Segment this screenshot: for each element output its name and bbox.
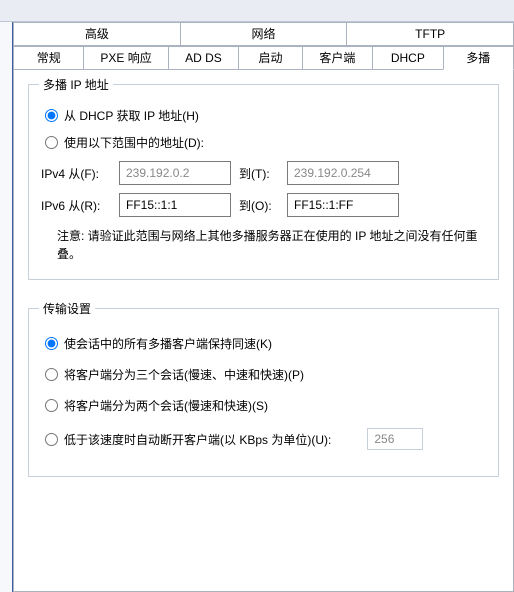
group-transfer-settings: 传输设置 使会话中的所有多播客户端保持同速(K) 将客户端分为三个会话(慢速、中… <box>28 308 499 477</box>
input-ipv6-to[interactable] <box>287 193 399 217</box>
input-ipv4-from[interactable] <box>119 161 231 185</box>
tab-adds[interactable]: AD DS <box>168 46 239 70</box>
label-ipv4-to: 到(T): <box>239 165 279 182</box>
tab-tftp[interactable]: TFTP <box>346 22 514 46</box>
window-top-strip <box>0 0 514 22</box>
note-overlap-warning: 注意: 请验证此范围与网络上其他多播服务器正在使用的 IP 地址之间没有任何重叠… <box>57 227 482 263</box>
tab-client[interactable]: 客户端 <box>302 46 373 70</box>
radio-use-range[interactable] <box>45 136 58 149</box>
radio-keep-sync-label: 使会话中的所有多播客户端保持同速(K) <box>64 335 272 352</box>
input-kbps-threshold[interactable] <box>367 428 423 450</box>
radio-row-sync: 使会话中的所有多播客户端保持同速(K) <box>45 335 486 352</box>
radio-row-kbps: 低于该速度时自动断开客户端(以 KBps 为单位)(U): <box>45 428 486 450</box>
tab-network[interactable]: 网络 <box>180 22 348 46</box>
radio-disconnect-slow[interactable] <box>45 433 58 446</box>
input-ipv4-to[interactable] <box>287 161 399 185</box>
radio-three-sessions[interactable] <box>45 368 58 381</box>
tab-general[interactable]: 常规 <box>13 46 84 70</box>
radio-from-dhcp-label: 从 DHCP 获取 IP 地址(H) <box>64 107 199 124</box>
group-multicast-ip-title: 多播 IP 地址 <box>39 76 113 93</box>
label-ipv6-from: IPv6 从(R): <box>41 197 111 214</box>
tab-body-multicast: 多播 IP 地址 从 DHCP 获取 IP 地址(H) 使用以下范围中的地址(D… <box>13 70 514 592</box>
radio-use-range-label: 使用以下范围中的地址(D): <box>64 134 204 151</box>
tab-pxe-response[interactable]: PXE 响应 <box>83 46 168 70</box>
label-ipv4-from: IPv4 从(F): <box>41 165 111 182</box>
tab-multicast[interactable]: 多播 <box>443 46 514 70</box>
input-ipv6-from[interactable] <box>119 193 231 217</box>
radio-disconnect-slow-label: 低于该速度时自动断开客户端(以 KBps 为单位)(U): <box>64 431 331 448</box>
radio-row-range: 使用以下范围中的地址(D): <box>45 134 486 151</box>
dialog-content: 高级 网络 TFTP 常规 PXE 响应 AD DS 启动 客户端 DHCP 多… <box>12 22 514 592</box>
radio-two-sessions-label: 将客户端分为两个会话(慢速和快速)(S) <box>64 397 268 414</box>
tab-row-lower: 常规 PXE 响应 AD DS 启动 客户端 DHCP 多播 <box>13 46 514 70</box>
label-ipv6-to: 到(O): <box>239 197 279 214</box>
tab-row-upper: 高级 网络 TFTP <box>13 22 514 46</box>
radio-row-two: 将客户端分为两个会话(慢速和快速)(S) <box>45 397 486 414</box>
tab-dhcp[interactable]: DHCP <box>372 46 443 70</box>
tab-boot[interactable]: 启动 <box>238 46 303 70</box>
radio-three-sessions-label: 将客户端分为三个会话(慢速、中速和快速)(P) <box>64 366 304 383</box>
radio-row-three: 将客户端分为三个会话(慢速、中速和快速)(P) <box>45 366 486 383</box>
group-transfer-settings-title: 传输设置 <box>39 300 95 317</box>
radio-keep-sync[interactable] <box>45 337 58 350</box>
radio-two-sessions[interactable] <box>45 399 58 412</box>
radio-from-dhcp[interactable] <box>45 109 58 122</box>
row-ipv6: IPv6 从(R): 到(O): <box>41 193 486 217</box>
radio-row-dhcp: 从 DHCP 获取 IP 地址(H) <box>45 107 486 124</box>
group-multicast-ip: 多播 IP 地址 从 DHCP 获取 IP 地址(H) 使用以下范围中的地址(D… <box>28 84 499 280</box>
row-ipv4: IPv4 从(F): 到(T): <box>41 161 486 185</box>
properties-dialog: 高级 网络 TFTP 常规 PXE 响应 AD DS 启动 客户端 DHCP 多… <box>0 0 514 592</box>
tab-advanced[interactable]: 高级 <box>13 22 181 46</box>
